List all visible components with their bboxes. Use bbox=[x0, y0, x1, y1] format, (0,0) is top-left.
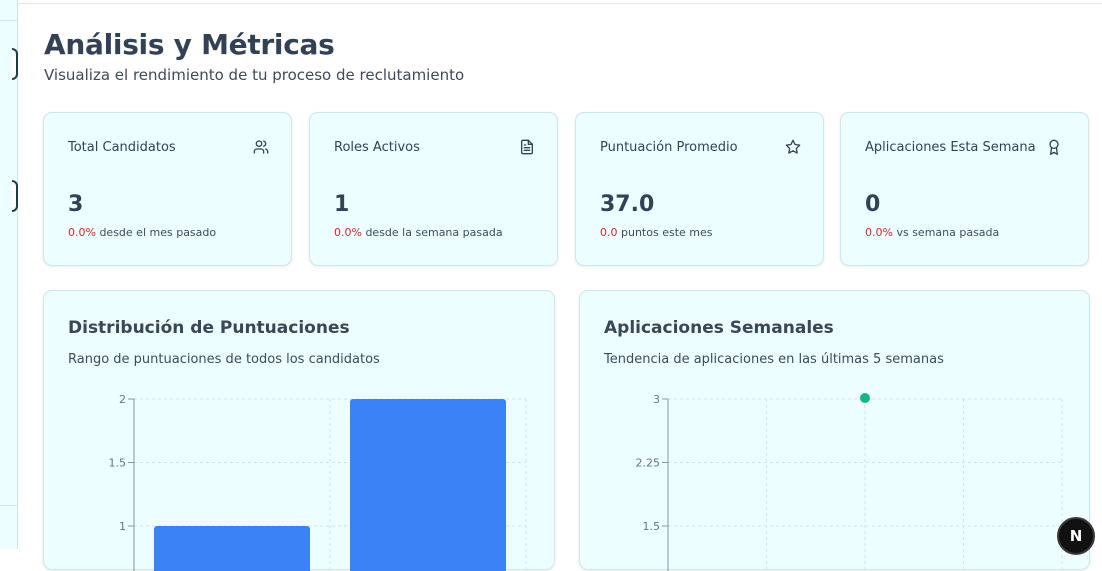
y-tick-label: 1.5 bbox=[643, 520, 661, 533]
stat-change-text: vs semana pasada bbox=[896, 226, 1000, 239]
y-tick-label: 1.5 bbox=[109, 457, 127, 470]
document-icon bbox=[521, 139, 533, 155]
stat-change: 0.0% desde el mes pasado bbox=[68, 226, 216, 239]
page-title: Análisis y Métricas bbox=[44, 28, 335, 61]
stat-title: Puntuación Promedio bbox=[600, 140, 738, 155]
sidebar-divider bbox=[0, 20, 18, 21]
y-tick-label: 3 bbox=[653, 393, 660, 406]
stat-card-aplicaciones-semana: Aplicaciones Esta Semana 0 0.0% vs seman… bbox=[840, 112, 1089, 266]
award-icon bbox=[1049, 139, 1059, 155]
y-tick-label: 2.25 bbox=[636, 457, 661, 470]
stat-value: 1 bbox=[334, 192, 350, 217]
stat-change-value: 0.0% bbox=[68, 226, 96, 239]
score-distribution-chart: 21.51 bbox=[109, 393, 527, 571]
sidebar bbox=[0, 0, 18, 549]
bar bbox=[350, 399, 506, 571]
weekly-applications-chart: 3 2.25 1.5 bbox=[636, 393, 1063, 571]
stat-value: 0 bbox=[865, 192, 881, 217]
stat-value: 37.0 bbox=[600, 192, 655, 217]
users-icon bbox=[253, 140, 269, 154]
y-tick-label: 2 bbox=[119, 393, 126, 406]
star-icon bbox=[785, 139, 801, 154]
stat-card-puntuacion-promedio: Puntuación Promedio 37.0 0.0 puntos este… bbox=[575, 112, 824, 266]
stat-change: 0.0% desde la semana pasada bbox=[334, 226, 503, 239]
header-divider bbox=[18, 3, 1102, 4]
sidebar-divider bbox=[0, 505, 18, 506]
stat-change-value: 0.0% bbox=[865, 226, 893, 239]
stat-change-text: desde la semana pasada bbox=[365, 226, 503, 239]
stat-value: 3 bbox=[68, 192, 84, 217]
framework-badge[interactable]: N bbox=[1057, 517, 1095, 555]
stat-title: Total Candidatos bbox=[68, 140, 176, 155]
sidebar-nav-item[interactable] bbox=[12, 48, 18, 80]
stat-title: Aplicaciones Esta Semana bbox=[865, 140, 1036, 155]
stat-change-value: 0.0% bbox=[334, 226, 362, 239]
stat-change-text: desde el mes pasado bbox=[99, 226, 217, 239]
stat-title: Roles Activos bbox=[334, 140, 420, 155]
chart-card-aplicaciones: Aplicaciones Semanales Tendencia de apli… bbox=[579, 290, 1090, 571]
stat-change-text: puntos este mes bbox=[621, 226, 713, 239]
data-point bbox=[860, 393, 870, 403]
page-subtitle: Visualiza el rendimiento de tu proceso d… bbox=[44, 66, 465, 84]
stat-change: 0.0% vs semana pasada bbox=[865, 226, 999, 239]
stat-change: 0.0 puntos este mes bbox=[600, 226, 713, 239]
chart-card-distribucion: Distribución de Puntuaciones Rango de pu… bbox=[43, 290, 555, 571]
y-tick-label: 1 bbox=[119, 520, 126, 533]
sidebar-nav-item[interactable] bbox=[12, 180, 18, 212]
stat-card-roles-activos: Roles Activos 1 0.0% desde la semana pas… bbox=[309, 112, 558, 266]
stat-change-value: 0.0 bbox=[600, 226, 618, 239]
stat-card-total-candidatos: Total Candidatos 3 0.0% desde el mes pas… bbox=[43, 112, 292, 266]
